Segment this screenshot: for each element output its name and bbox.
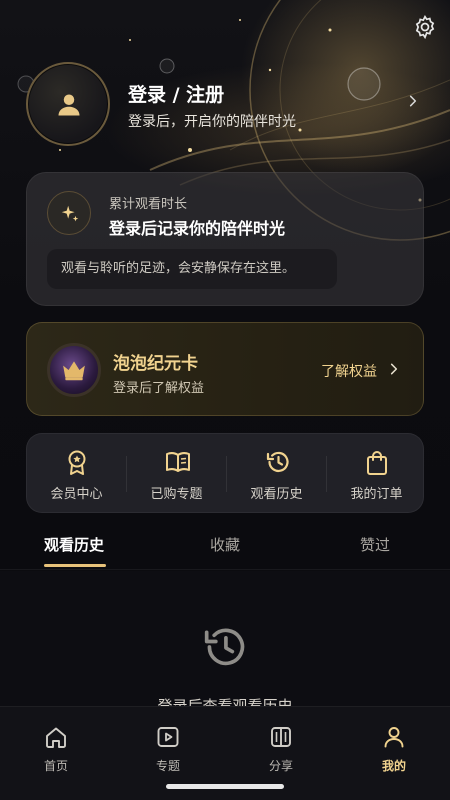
history-icon bbox=[266, 451, 289, 472]
active-tab-indicator bbox=[44, 564, 106, 567]
vip-card[interactable]: 泡泡纪元卡 登录后了解权益 了解权益 bbox=[26, 322, 424, 416]
home-indicator bbox=[166, 784, 284, 789]
watch-time-note: 观看与聆听的足迹，会安静保存在这里。 bbox=[47, 249, 337, 289]
person-icon bbox=[384, 727, 404, 748]
quick-action-watch-history[interactable]: 观看历史 bbox=[227, 434, 326, 514]
quick-action-member-center[interactable]: 会员中心 bbox=[27, 434, 126, 514]
login-register-title[interactable]: 登录 / 注册 bbox=[128, 80, 224, 107]
vip-card-title: 泡泡纪元卡 bbox=[113, 354, 198, 374]
home-icon bbox=[46, 727, 66, 748]
tab-liked[interactable]: 赞过 bbox=[360, 534, 390, 555]
quick-action-purchased-topics[interactable]: 已购专题 bbox=[127, 434, 226, 514]
quick-action-label: 观看历史 bbox=[250, 487, 303, 502]
quick-action-my-orders[interactable]: 我的订单 bbox=[327, 434, 426, 514]
content-tabs: 观看历史 收藏 赞过 bbox=[0, 520, 450, 570]
nav-label: 专题 bbox=[155, 759, 180, 773]
vip-badge bbox=[47, 343, 101, 397]
nav-mine[interactable]: 我的 bbox=[338, 721, 450, 781]
nav-label: 首页 bbox=[43, 759, 68, 773]
nav-label: 我的 bbox=[381, 759, 406, 773]
settings-gear-icon[interactable] bbox=[412, 14, 438, 40]
tab-watch-history[interactable]: 观看历史 bbox=[44, 534, 104, 555]
quick-action-label: 会员中心 bbox=[50, 487, 103, 502]
login-subtitle: 登录后，开启你的陪伴时光 bbox=[128, 114, 296, 130]
chevron-right-icon[interactable] bbox=[406, 94, 420, 108]
avatar[interactable] bbox=[26, 62, 110, 146]
badge-icon bbox=[68, 450, 86, 475]
watch-time-label: 累计观看时长 bbox=[109, 197, 188, 212]
quick-action-label: 我的订单 bbox=[350, 487, 403, 502]
share-icon bbox=[271, 727, 291, 747]
play-icon bbox=[157, 727, 179, 747]
person-icon bbox=[58, 94, 80, 116]
tab-favorites[interactable]: 收藏 bbox=[210, 534, 240, 555]
nav-label: 分享 bbox=[268, 759, 293, 773]
nav-home[interactable]: 首页 bbox=[0, 721, 112, 781]
crown-icon bbox=[63, 361, 85, 381]
empty-state: 登录后查看观看历史 bbox=[0, 571, 450, 711]
nav-topics[interactable]: 专题 bbox=[112, 721, 224, 781]
book-icon bbox=[166, 452, 190, 472]
watch-time-card: 累计观看时长 登录后记录你的陪伴时光 观看与聆听的足迹，会安静保存在这里。 bbox=[26, 172, 424, 306]
sparkle-icon bbox=[61, 205, 79, 222]
quick-actions: 会员中心 已购专题 观看历史 我的订单 bbox=[26, 433, 424, 513]
history-icon bbox=[204, 628, 245, 666]
learn-benefits-link[interactable]: 了解权益 bbox=[321, 361, 377, 381]
nav-share[interactable]: 分享 bbox=[225, 721, 337, 781]
sparkle-badge bbox=[47, 191, 91, 235]
vip-card-subtitle: 登录后了解权益 bbox=[113, 381, 205, 396]
bag-icon bbox=[367, 451, 387, 475]
chevron-right-icon[interactable] bbox=[387, 362, 401, 376]
watch-time-title: 登录后记录你的陪伴时光 bbox=[109, 219, 286, 238]
profile-login-row[interactable]: 登录 / 注册 登录后，开启你的陪伴时光 bbox=[26, 62, 426, 146]
quick-action-label: 已购专题 bbox=[150, 487, 203, 502]
